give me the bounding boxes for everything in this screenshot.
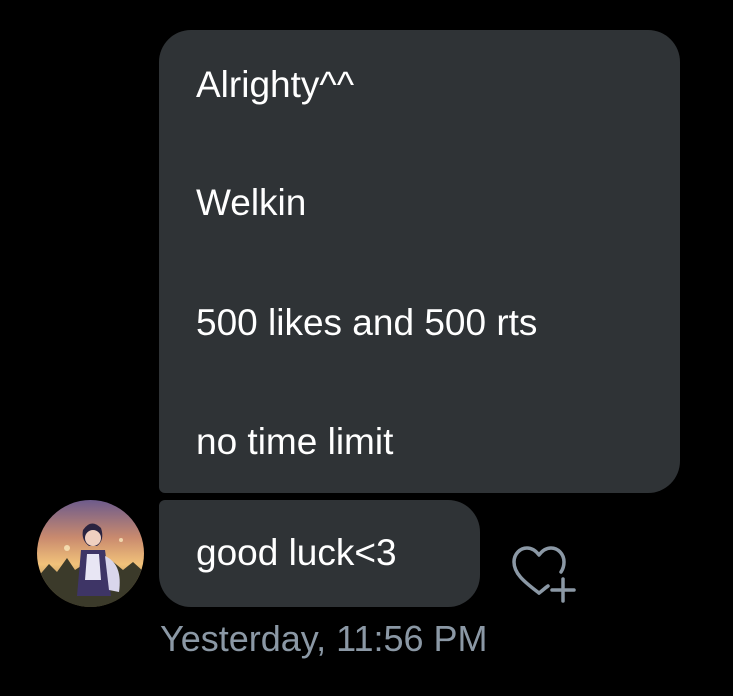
message-timestamp: Yesterday, 11:56 PM [160, 618, 488, 659]
message-text-line-4: no time limit [196, 421, 394, 462]
message-bubble-1[interactable]: Alrighty^^ Welkin 500 likes and 500 rts … [159, 30, 680, 493]
message-bubble-2[interactable]: good luck<3 [159, 500, 480, 607]
avatar[interactable] [37, 500, 144, 607]
heart-plus-icon[interactable] [511, 545, 579, 605]
message-text: good luck<3 [196, 532, 397, 573]
message-text-line-3: 500 likes and 500 rts [196, 302, 538, 343]
message-text-line-1: Alrighty^^ [196, 64, 355, 105]
message-text-line-2: Welkin [196, 182, 307, 223]
avatar-image [37, 500, 144, 607]
